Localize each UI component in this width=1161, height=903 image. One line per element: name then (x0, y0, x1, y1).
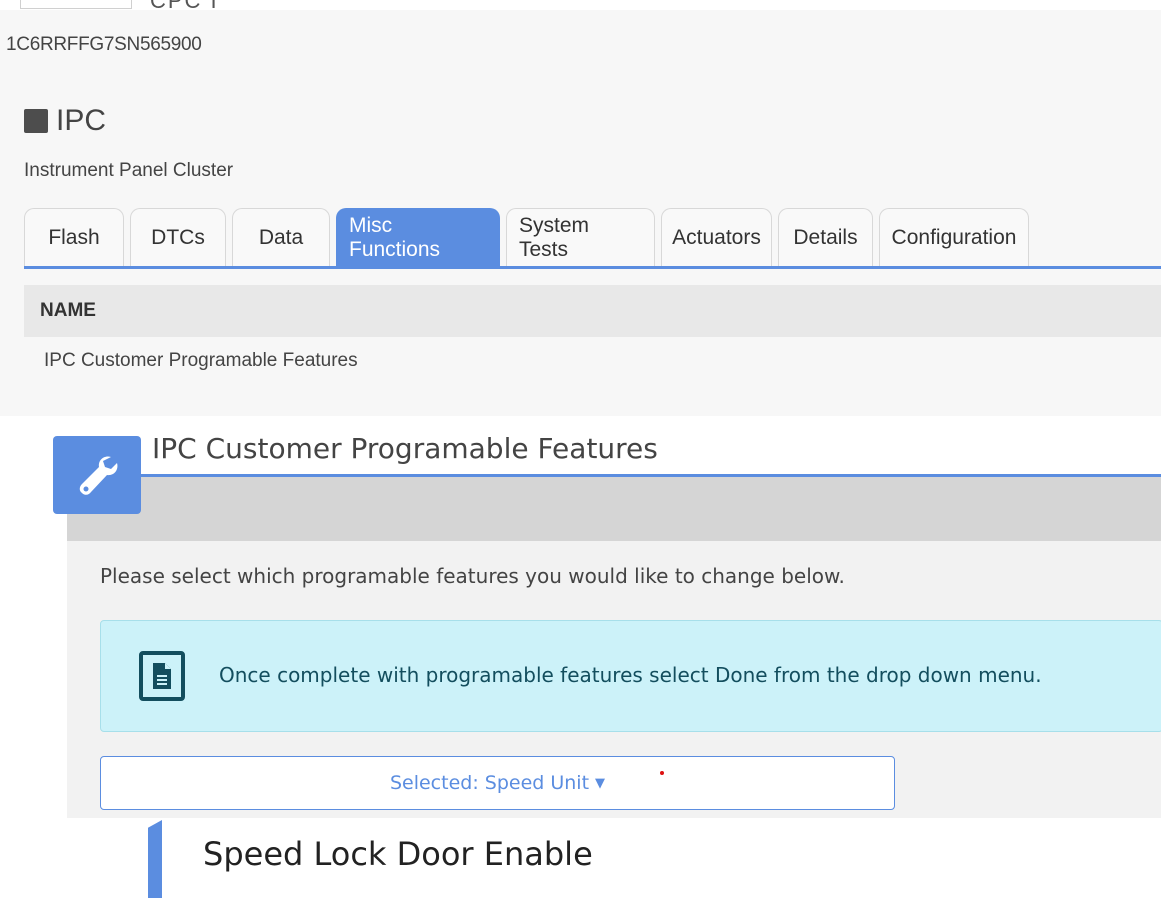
tab-actuators[interactable]: Actuators (661, 208, 772, 266)
module-panel: CPC I 1C6RRFFG7SN565900 IPC Instrument P… (0, 0, 1161, 416)
wrench-icon (53, 436, 141, 514)
module-title: IPC (24, 104, 106, 138)
table-header: NAME (24, 285, 1161, 337)
module-subtitle: Instrument Panel Cluster (24, 160, 234, 181)
cut-off-box (20, 0, 132, 9)
section-accent-bar (148, 820, 162, 898)
info-alert: Once complete with programable features … (100, 620, 1161, 732)
cut-off-text: CPC I (150, 0, 219, 13)
tab-bar: Flash DTCs Data Misc Functions System Te… (24, 206, 1035, 266)
tab-details[interactable]: Details (778, 208, 873, 266)
tab-misc-functions[interactable]: Misc Functions (336, 208, 500, 266)
caret-down-icon: ▼ (595, 775, 606, 791)
tab-underline (24, 266, 1161, 269)
document-icon (139, 651, 185, 701)
tab-system-tests[interactable]: System Tests (506, 208, 655, 266)
feature-select-dropdown[interactable]: Selected: Speed Unit ▼ (100, 756, 895, 810)
table-row[interactable]: IPC Customer Programable Features (44, 350, 358, 372)
module-name: IPC (56, 104, 107, 137)
column-name-header: NAME (40, 300, 96, 321)
dialog-title-underline (140, 474, 1161, 477)
dropdown-selected-label: Selected: Speed Unit (389, 772, 590, 794)
section-title: Speed Lock Door Enable (203, 835, 593, 873)
feature-dialog: IPC Customer Programable Features Please… (34, 416, 1161, 818)
tab-configuration[interactable]: Configuration (879, 208, 1029, 266)
cut-off-header: CPC I (0, 0, 1161, 13)
tab-dtcs[interactable]: DTCs (130, 208, 226, 266)
dialog-header-band (67, 477, 1161, 541)
instructions-text: Please select which programable features… (100, 564, 845, 588)
tab-flash[interactable]: Flash (24, 208, 124, 266)
vin-number: 1C6RRFFG7SN565900 (6, 34, 202, 55)
tab-data[interactable]: Data (232, 208, 330, 266)
alert-message: Once complete with programable features … (219, 663, 1042, 687)
dialog-title: IPC Customer Programable Features (152, 432, 658, 465)
module-square-icon (24, 109, 48, 133)
feature-section: Speed Lock Door Enable (0, 818, 1161, 903)
cursor-dot (660, 771, 664, 775)
